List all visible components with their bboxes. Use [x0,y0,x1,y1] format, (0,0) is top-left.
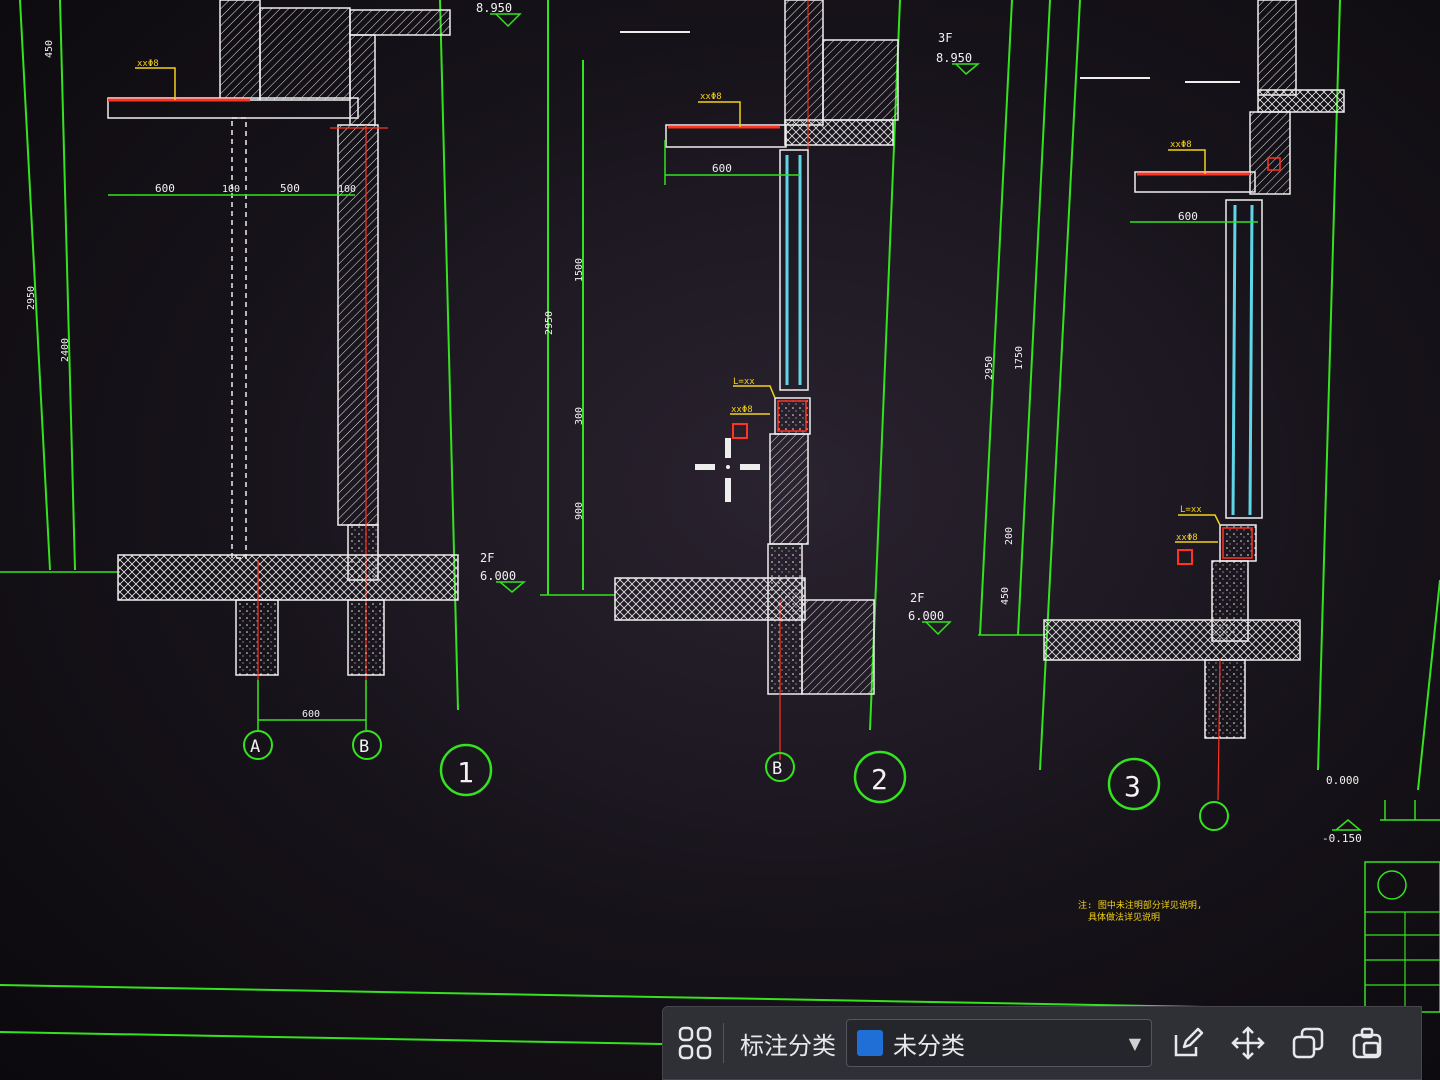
axis-bubble-b-1: B [352,730,382,760]
move-arrows-icon[interactable] [1226,1021,1270,1065]
dim-100b-s1: 100 [338,184,356,195]
dim-v-2950-s3: 2950 [984,356,995,380]
dim-100-s1: 100 [222,184,240,195]
dim-v-200-s3: 200 [1004,527,1015,545]
category-label: 标注分类 [740,1031,836,1060]
dim-v-2950-s1: 2950 [26,286,37,310]
category-color-swatch [857,1030,883,1056]
level-floor-2f-a: 2F [480,551,494,565]
dim-600-s2: 600 [712,162,732,175]
grid-four-icon[interactable] [673,1021,717,1065]
level-floor-3f: 3F [938,31,952,45]
crosshair-cursor-icon [695,438,760,502]
level-floor-2f-b: 2F [910,591,924,605]
axis-bubble-blank [1199,801,1229,831]
svg-text:A: A [250,737,260,757]
annotation-toolbar: 标注分类 未分类 ▼ [662,1006,1422,1080]
level-elev-top-s1: 8.950 [476,1,512,15]
dim-500-s1: 500 [280,182,300,195]
section-number-3: 3 [1107,757,1161,811]
svg-text:xxΦ8: xxΦ8 [137,59,159,69]
svg-text:xxΦ8: xxΦ8 [1176,533,1198,543]
level-elev-2f-a: 6.000 [480,569,516,583]
svg-text:xxΦ8: xxΦ8 [700,92,722,102]
svg-text:xxΦ8: xxΦ8 [731,405,753,415]
level-elev-neg: -0.150 [1322,832,1362,845]
category-select[interactable]: 未分类 ▼ [846,1019,1152,1067]
section-3: xxΦ8 L=xx xxΦ8 注: 图中未注明部分详见说明, 具体做法详见说明 [0,0,1440,1045]
level-elev-0: 0.000 [1326,774,1359,787]
category-select-value: 未分类 [893,1031,965,1060]
dim-v-1750-s3: 1750 [1014,346,1025,370]
svg-text:2: 2 [871,763,888,796]
level-elev-3f: 8.950 [936,51,972,65]
dim-v-2950-s2: 2950 [544,311,555,335]
section-number-1: 1 [439,743,493,797]
section-2: xxΦ8 L=xx xxΦ8 [540,0,901,760]
dim-v-2400-s1: 2400 [60,338,71,362]
svg-text:具体做法详见说明: 具体做法详见说明 [1088,911,1160,923]
paste-icon[interactable] [1346,1021,1390,1065]
section-number-2: 2 [853,750,907,804]
dim-600-s3: 600 [1178,210,1198,223]
cad-drawing-canvas[interactable]: xxΦ8 600 100 500 100 600 2950 2400 450 8… [0,0,1440,1080]
dim-v-300-s2: 300 [574,407,585,425]
level-elev-2f-b: 6.000 [908,609,944,623]
svg-text:3: 3 [1124,770,1141,803]
toolbar-divider [723,1023,724,1063]
svg-text:B: B [772,759,782,779]
axis-bubble-a: A [243,730,273,760]
dim-axis-s1: 600 [302,709,320,720]
svg-text:B: B [359,737,369,757]
svg-text:L=xx: L=xx [1180,505,1202,515]
svg-text:L=xx: L=xx [733,377,755,387]
edit-icon[interactable] [1166,1021,1210,1065]
dim-v-450-s3: 450 [1000,587,1011,605]
dim-v-900-s2: 900 [574,502,585,520]
dim-600-s1: 600 [155,182,175,195]
chevron-down-icon: ▼ [1128,1033,1141,1053]
copy-icon[interactable] [1286,1021,1330,1065]
svg-text:1: 1 [457,756,474,789]
svg-text:xxΦ8: xxΦ8 [1170,140,1192,150]
svg-text:注: 图中未注明部分详见说明,: 注: 图中未注明部分详见说明, [1078,899,1202,911]
dim-v-1500-s2: 1500 [574,258,585,282]
section-1: xxΦ8 [0,0,459,730]
dim-v-450-s1: 450 [44,40,55,58]
